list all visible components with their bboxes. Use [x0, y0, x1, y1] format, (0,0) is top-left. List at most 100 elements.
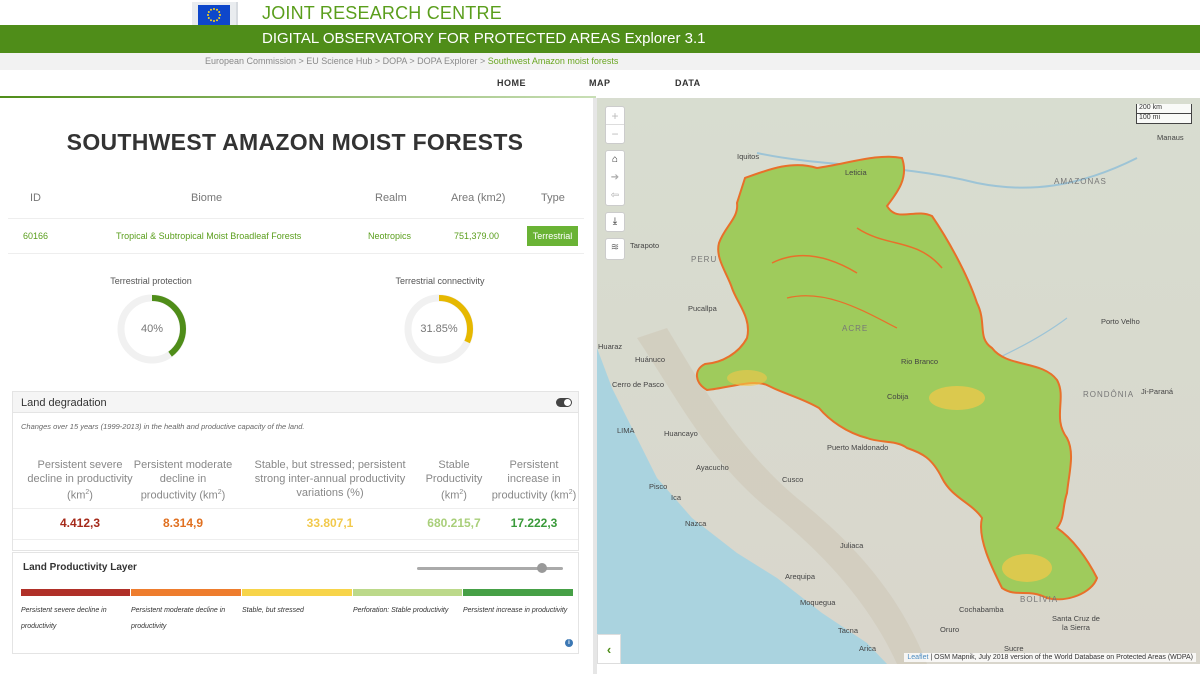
col-header-type: Type — [541, 192, 565, 204]
map-label-nazca: Nazca — [685, 519, 707, 528]
legend-swatch-stressed — [242, 589, 352, 596]
layer-opacity-slider[interactable] — [417, 563, 563, 573]
ld-col-header-tail: ) — [89, 489, 93, 502]
zoom-out-button[interactable]: − — [606, 125, 624, 143]
map-label-pucallpa: Pucallpa — [688, 304, 717, 313]
legend-swatch-severe — [21, 589, 130, 596]
connectivity-gauge-value: 31.85% — [420, 323, 458, 335]
download-icon[interactable]: ⤓ — [606, 213, 624, 231]
map-label-huancayo: Huancayo — [664, 429, 698, 438]
ld-value-moderate: 8.314,9 — [162, 516, 204, 530]
land-degradation-title: Land degradation — [21, 397, 107, 409]
map-label-bolivia: BOLIVIA — [1020, 595, 1059, 604]
ld-col-header-text: Stable, but stressed; persistent strong … — [254, 459, 406, 499]
nav-home[interactable]: HOME — [497, 78, 526, 88]
land-degradation-note: Changes over 15 years (1999-2013) in the… — [21, 422, 305, 431]
map-label-lima: LIMA — [617, 426, 635, 435]
col-header-biome: Biome — [191, 192, 223, 204]
land-degradation-panel: Land degradation Changes over 15 years (… — [12, 391, 579, 551]
col-header-id: ID — [30, 192, 41, 204]
map-label-cerro-de-pasco: Cerro de Pasco — [612, 380, 665, 389]
protection-gauge-label: Terrestrial protection — [110, 276, 192, 286]
ld-row-bottom — [13, 539, 578, 540]
land-productivity-layer-title: Land Productivity Layer — [23, 562, 137, 573]
chevron-left-icon: ‹ — [606, 642, 612, 657]
scale-km: 200 km — [1136, 104, 1192, 114]
legend-swatch-increase — [463, 589, 573, 596]
protection-gauge: 40% — [115, 292, 189, 366]
app-title[interactable]: DIGITAL OBSERVATORY FOR PROTECTED AREAS … — [262, 30, 705, 47]
home-icon[interactable]: ⌂ — [606, 151, 624, 169]
map-view[interactable]: + − ⌂ ➔ ⇦ ⤓ ≋ 200 km 100 mi Manaus Iquit… — [597, 98, 1200, 664]
back-arrow-icon[interactable]: ⇦ — [606, 187, 624, 205]
main-nav: HOME MAP DATA — [0, 70, 1200, 98]
breadcrumb-current[interactable]: Southwest Amazon moist forests — [488, 56, 619, 66]
breadcrumb-path[interactable]: European Commission > EU Science Hub > D… — [205, 56, 488, 66]
app-title-text: DIGITAL OBSERVATORY FOR PROTECTED AREAS — [262, 30, 621, 47]
ld-col-header-stable: Stable Productivity (km2) — [413, 458, 495, 503]
info-icon[interactable]: i — [565, 639, 573, 647]
legend-label-severe: Persistent severe decline in productivit… — [21, 607, 107, 630]
land-productivity-layer-panel: Land Productivity Layer Persistent sever… — [12, 552, 579, 654]
map-label-acre: ACRE — [842, 324, 869, 333]
map-label-ica: Ica — [671, 493, 682, 502]
map-label-moquegua: Moquegua — [800, 598, 836, 607]
land-degradation-toggle[interactable] — [556, 398, 572, 407]
ld-col-header-stressed: Stable, but stressed; persistent strong … — [253, 458, 407, 500]
ecoregion-biome[interactable]: Tropical & Subtropical Moist Broadleaf F… — [116, 231, 301, 241]
legend-swatch-moderate — [131, 589, 241, 596]
basemap — [597, 98, 1200, 664]
layer-opacity-slider-thumb[interactable] — [537, 563, 547, 573]
map-label-pisco: Pisco — [649, 482, 668, 491]
nav-map[interactable]: MAP — [589, 78, 611, 88]
legend-label-increase: Persistent increase in productivity — [463, 607, 568, 614]
layers-icon[interactable]: ≋ — [606, 239, 624, 257]
app-title-bar: DIGITAL OBSERVATORY FOR PROTECTED AREAS … — [0, 25, 1200, 53]
ld-col-header-text: Persistent increase in productivity (km — [491, 459, 569, 502]
map-label-cusco: Cusco — [782, 475, 804, 484]
map-label-amazonas: AMAZONAS — [1054, 177, 1107, 186]
map-label-ji-parana: Ji-Paraná — [1141, 387, 1174, 396]
table-row: 60166 Tropical & Subtropical Moist Broad… — [8, 218, 584, 254]
ld-col-header-increase: Persistent increase in productivity (km2… — [491, 458, 577, 503]
map-label-huaraz: Huaraz — [598, 342, 623, 351]
ld-col-header-tail: ) — [572, 489, 577, 502]
ld-col-header-severe: Persistent severe decline in productivit… — [25, 458, 135, 503]
ecoregion-panel: SOUTHWEST AMAZON MOIST FORESTS ID Biome … — [0, 98, 596, 674]
ld-value-increase: 17.222,3 — [510, 516, 558, 530]
legend-label-stressed: Stable, but stressed — [242, 607, 304, 614]
forward-arrow-icon[interactable]: ➔ — [606, 169, 624, 187]
map-label-juliaca: Juliaca — [840, 541, 864, 550]
map-label-oruro: Oruro — [940, 625, 960, 634]
legend-label-stable: Perforation: Stable productivity — [353, 607, 449, 614]
map-label-cobija: Cobija — [887, 392, 909, 401]
map-label-rondonia: RONDÔNIA — [1083, 390, 1135, 399]
zoom-in-button[interactable]: + — [606, 107, 624, 125]
map-bottom-margin — [597, 664, 1200, 674]
ld-divider — [13, 508, 578, 509]
col-header-area: Area (km2) — [451, 192, 506, 204]
scale-mi: 100 mi — [1136, 114, 1192, 124]
map-label-rio-branco: Rio Branco — [901, 357, 939, 366]
jrc-title: JOINT RESEARCH CENTRE — [262, 3, 502, 23]
legend-swatch-stable — [353, 589, 462, 596]
ecoregion-realm[interactable]: Neotropics — [368, 231, 411, 241]
ecoregion-area: 751,379.00 — [454, 231, 500, 241]
map-label-iquitos: Iquitos — [737, 152, 760, 161]
eu-flag-icon — [198, 5, 230, 25]
connectivity-gauge: 31.85% — [402, 292, 476, 366]
ecoregion-id: 60166 — [23, 231, 49, 241]
map-label-puerto-maldonado: Puerto Maldonado — [827, 443, 889, 452]
ld-col-header-moderate: Persistent moderate decline in productiv… — [131, 458, 235, 503]
leaflet-link[interactable]: Leaflet — [907, 654, 928, 661]
map-label-leticia: Leticia — [845, 168, 867, 177]
map-label-manaus: Manaus — [1157, 133, 1184, 142]
map-label-huanuco: Huánuco — [635, 355, 666, 364]
map-label-porto-velho: Porto Velho — [1101, 317, 1140, 326]
zoom-control: + − — [605, 106, 625, 144]
collapse-panel-button[interactable]: ‹ — [597, 634, 621, 664]
ld-col-header-text: Persistent severe decline in productivit… — [27, 459, 133, 502]
map-label-ayacucho: Ayacucho — [696, 463, 729, 472]
nav-data[interactable]: DATA — [675, 78, 701, 88]
legend-label-moderate: Persistent moderate decline in productiv… — [131, 607, 226, 630]
